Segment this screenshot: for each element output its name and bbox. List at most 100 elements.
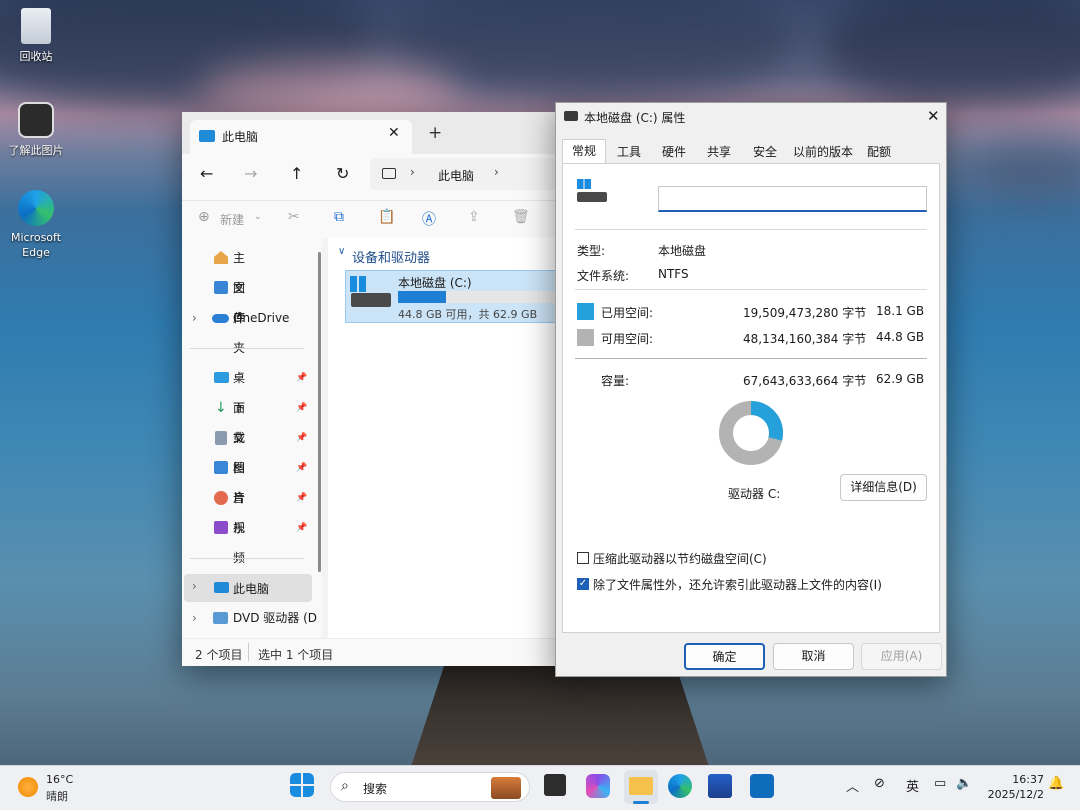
- tab-previous-versions[interactable]: 以前的版本: [789, 141, 857, 163]
- button-label: 详细信息(D): [850, 480, 917, 494]
- nav-item-dvd[interactable]: › DVD 驱动器 (D: [192, 603, 317, 633]
- navigation-pane: 主文件夹 图库 › OneDrive 桌面 📌 ↓ 下载 📌 文档 📌 图片 📌…: [182, 238, 322, 638]
- windows-logo-icon: [577, 179, 591, 189]
- copilot-icon[interactable]: [586, 774, 610, 798]
- chevron-down-icon[interactable]: ⌄: [254, 212, 262, 222]
- music-icon: [214, 491, 228, 505]
- dialog-title: 本地磁盘 (C:) 属性: [584, 111, 686, 125]
- tab-security[interactable]: 安全: [742, 141, 788, 163]
- close-icon[interactable]: ✕: [927, 107, 940, 125]
- gallery-icon: [214, 281, 228, 294]
- content-pane: ∨ 设备和驱动器 本地磁盘 (C:) 44.8 GB 可用，共 62.9 GB: [328, 238, 566, 638]
- store-icon[interactable]: [708, 774, 732, 798]
- chevron-right-icon[interactable]: ›: [494, 165, 499, 179]
- apply-button[interactable]: 应用(A): [861, 643, 942, 670]
- chevron-right-icon[interactable]: ›: [192, 303, 197, 333]
- button-label: 确定: [712, 650, 737, 664]
- pin-icon[interactable]: 📌: [296, 423, 307, 453]
- download-icon: ↓: [215, 400, 227, 416]
- used-space-swatch: [577, 303, 594, 320]
- cancel-button[interactable]: 取消: [773, 643, 854, 670]
- copy-icon[interactable]: ⧉: [334, 209, 344, 225]
- network-off-icon[interactable]: ⊘: [874, 776, 885, 791]
- status-bar: 2 个项目 选中 1 个项目: [182, 638, 566, 666]
- tab-quota[interactable]: 配额: [858, 141, 900, 163]
- divider: [190, 558, 304, 559]
- index-option[interactable]: ✓ 除了文件属性外，还允许索引此驱动器上文件的内容(I): [577, 576, 937, 594]
- volume-icon[interactable]: 🔈: [956, 776, 972, 791]
- drive-letter-label: 驱动器 C:: [728, 487, 781, 501]
- pin-icon[interactable]: 📌: [296, 393, 307, 423]
- details-button[interactable]: 详细信息(D): [840, 474, 927, 501]
- pin-icon[interactable]: 📌: [296, 513, 307, 543]
- close-tab-icon[interactable]: ✕: [388, 125, 400, 141]
- start-icon[interactable]: [290, 773, 314, 797]
- drive-usage-fill: [398, 291, 446, 303]
- refresh-icon[interactable]: ↻: [336, 164, 349, 183]
- item-count: 2 个项目: [195, 648, 243, 662]
- breadcrumb[interactable]: 此电脑: [438, 167, 474, 184]
- weather-temp: 16°C: [46, 773, 74, 786]
- tab-sharing[interactable]: 共享: [697, 141, 741, 163]
- address-bar[interactable]: › 此电脑 ›: [370, 158, 560, 190]
- chevron-right-icon[interactable]: ›: [192, 603, 197, 633]
- new-tab-icon[interactable]: +: [428, 123, 442, 143]
- weather-widget[interactable]: 16°C 晴朗: [12, 770, 102, 806]
- chevron-right-icon[interactable]: ›: [192, 579, 197, 593]
- file-explorer-taskbar-button[interactable]: [624, 770, 658, 804]
- nav-item-this-pc[interactable]: › 此电脑: [184, 574, 312, 602]
- nav-label: OneDrive: [233, 311, 290, 325]
- usage-donut-chart: [719, 401, 783, 465]
- new-button[interactable]: 新建: [220, 211, 244, 228]
- drive-label-input[interactable]: [658, 186, 927, 212]
- ok-button[interactable]: 确定: [684, 643, 765, 670]
- command-bar: ⊕ 新建 ⌄ ✂ ⧉ 📋 Ⓐ ⇪ 🗑: [182, 200, 566, 238]
- pin-icon[interactable]: 📌: [296, 363, 307, 393]
- clock[interactable]: 16:37 2025/12/2: [984, 772, 1044, 804]
- desktop-icon-edge[interactable]: Microsoft Edge: [0, 190, 76, 260]
- nav-label: 此电脑: [233, 582, 270, 596]
- delete-icon[interactable]: 🗑: [512, 209, 530, 225]
- task-view-icon[interactable]: [544, 774, 566, 796]
- tab-this-pc[interactable]: 此电脑 ✕: [190, 120, 412, 154]
- pin-icon[interactable]: 📌: [296, 453, 307, 483]
- drive-tile-c[interactable]: 本地磁盘 (C:) 44.8 GB 可用，共 62.9 GB: [345, 270, 566, 323]
- tab-hardware[interactable]: 硬件: [652, 141, 696, 163]
- desktop-icon-label: 了解此图片: [8, 144, 64, 157]
- index-checkbox-checked[interactable]: ✓: [577, 578, 589, 590]
- chevron-down-icon[interactable]: ∨: [338, 246, 345, 257]
- forward-arrow-icon[interactable]: →: [244, 164, 257, 183]
- back-arrow-icon[interactable]: ←: [200, 164, 213, 183]
- taskbar-search[interactable]: ⌕ 搜索: [330, 772, 530, 802]
- tab-tools[interactable]: 工具: [607, 141, 651, 163]
- notification-bell-icon[interactable]: 🔔: [1048, 776, 1064, 791]
- file-explorer-window: 此电脑 ✕ + ← → ↑ ↻ › 此电脑 › ⊕ 新建 ⌄ ✂ ⧉ 📋 Ⓐ ⇪…: [182, 112, 566, 666]
- pin-icon[interactable]: 📌: [296, 483, 307, 513]
- edge-icon[interactable]: [668, 774, 692, 798]
- nav-scrollbar[interactable]: [318, 252, 321, 572]
- share-icon[interactable]: ⇪: [468, 209, 480, 225]
- display-icon[interactable]: ▭: [934, 776, 946, 791]
- rename-icon[interactable]: Ⓐ: [422, 209, 436, 229]
- free-space-size: 44.8 GB: [876, 330, 925, 344]
- up-arrow-icon[interactable]: ↑: [290, 164, 303, 183]
- new-icon[interactable]: ⊕: [198, 209, 210, 225]
- compress-option[interactable]: 压缩此驱动器以节约磁盘空间(C): [577, 550, 937, 568]
- tab-general[interactable]: 常规: [562, 139, 606, 163]
- paste-icon[interactable]: 📋: [378, 209, 395, 225]
- ime-indicator[interactable]: 英: [906, 776, 919, 795]
- capacity-bytes: 67,643,633,664 字节: [743, 374, 867, 388]
- compress-checkbox[interactable]: [577, 552, 589, 564]
- tab-label: 安全: [752, 145, 777, 159]
- monitor-icon: [382, 168, 396, 179]
- capacity-size: 62.9 GB: [876, 372, 925, 386]
- type-label: 类型:: [577, 244, 606, 258]
- chevron-up-icon[interactable]: ︿: [846, 776, 859, 795]
- desktop-icon-label: Microsoft Edge: [10, 231, 62, 259]
- outlook-icon[interactable]: [750, 774, 774, 798]
- tab-strip: 常规 工具 硬件 共享 安全 以前的版本 配额: [562, 139, 938, 163]
- desktop-icon-recycle-bin[interactable]: 回收站: [0, 8, 76, 64]
- cut-icon[interactable]: ✂: [288, 209, 300, 225]
- desktop-icon-learn-picture[interactable]: 了解此图片: [0, 102, 76, 158]
- selected-count: 选中 1 个项目: [258, 648, 334, 662]
